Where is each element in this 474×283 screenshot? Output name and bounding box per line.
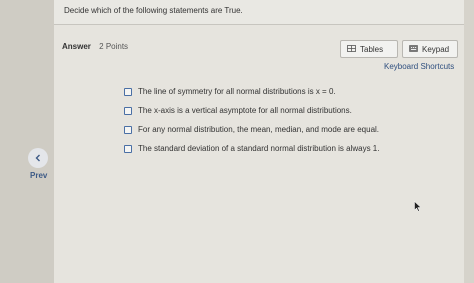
prev-button[interactable] (28, 148, 48, 168)
options-list: The line of symmetry for all normal dist… (124, 82, 379, 158)
option-1[interactable]: The line of symmetry for all normal dist… (124, 82, 379, 101)
keypad-label: Keypad (422, 44, 450, 54)
tables-label: Tables (360, 44, 384, 54)
right-edge (464, 0, 474, 283)
keyboard-shortcuts-link[interactable]: Keyboard Shortcuts (384, 62, 454, 71)
table-icon (347, 44, 356, 54)
tables-button[interactable]: Tables (340, 40, 398, 58)
answer-label: Answer (62, 42, 91, 51)
chevron-left-icon (35, 154, 40, 162)
left-rail (0, 0, 54, 283)
option-2[interactable]: The x-axis is a vertical asymptote for a… (124, 101, 379, 120)
prev-label[interactable]: Prev (30, 171, 47, 180)
question-header: Decide which of the following statements… (54, 0, 464, 25)
mouse-cursor-icon (414, 201, 422, 212)
question-text: Decide which of the following statements… (64, 6, 243, 15)
points-label: 2 Points (99, 42, 129, 51)
option-4[interactable]: The standard deviation of a standard nor… (124, 139, 379, 158)
question-panel: Decide which of the following statements… (54, 0, 464, 283)
option-3[interactable]: For any normal distribution, the mean, m… (124, 120, 379, 139)
option-text: For any normal distribution, the mean, m… (138, 125, 380, 134)
option-checkbox[interactable] (124, 87, 132, 96)
option-text: The x-axis is a vertical asymptote for a… (138, 106, 352, 115)
option-text: The line of symmetry for all normal dist… (138, 87, 336, 96)
keypad-icon (409, 44, 418, 54)
option-text: The standard deviation of a standard nor… (138, 144, 380, 153)
option-checkbox[interactable] (124, 125, 132, 134)
answer-row: Answer 2 Points (62, 42, 128, 51)
option-checkbox[interactable] (124, 144, 132, 153)
option-checkbox[interactable] (124, 106, 132, 115)
keypad-button[interactable]: Keypad (402, 40, 458, 58)
